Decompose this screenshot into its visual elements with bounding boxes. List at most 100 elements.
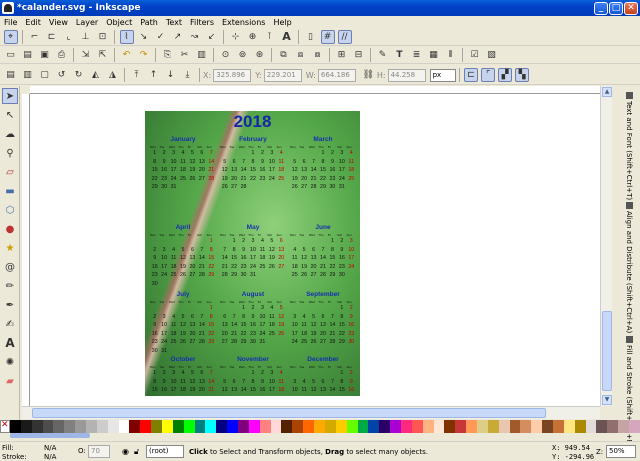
no-paint-swatch[interactable]: [0, 420, 10, 433]
palette-swatch[interactable]: [498, 420, 510, 433]
layer-lock-icon[interactable]: 🔓︎: [134, 447, 139, 457]
vertical-scroll-thumb[interactable]: [602, 311, 612, 391]
zoom-field[interactable]: 50%: [606, 445, 636, 458]
palette-swatch[interactable]: [400, 420, 412, 433]
ellipse-tool-icon[interactable]: ●: [2, 221, 18, 237]
save-icon[interactable]: ▣: [38, 48, 52, 62]
menu-file[interactable]: File: [0, 18, 21, 27]
snap-bbox-edge-icon[interactable]: ⊏: [45, 30, 59, 44]
snap-path-icon[interactable]: ↘: [137, 30, 151, 44]
opacity-field[interactable]: 70: [88, 445, 110, 458]
palette-swatch[interactable]: [10, 420, 21, 433]
3d-box-tool-icon[interactable]: ⬡: [2, 202, 18, 218]
flip-vertical-icon[interactable]: ◮: [106, 68, 120, 82]
vertical-ruler[interactable]: [22, 94, 30, 406]
palette-swatch[interactable]: [444, 420, 456, 433]
selector-tool-icon[interactable]: ➤: [2, 88, 18, 104]
calendar-image[interactable]: 2018 January Mon Tue Wed Thu Fri Sat Sun 1 2 3 4 5 6 7…: [145, 111, 360, 396]
x-field[interactable]: X: 325.896: [203, 68, 252, 82]
select-all-layers-icon[interactable]: ▥: [21, 68, 35, 82]
palette-swatch[interactable]: [194, 420, 206, 433]
snap-midpoint-icon[interactable]: ↙: [205, 30, 219, 44]
palette-swatch[interactable]: [390, 420, 401, 433]
horizontal-ruler[interactable]: [30, 86, 600, 94]
stroke-value[interactable]: N/A: [44, 453, 56, 461]
horizontal-scrollbar[interactable]: [22, 406, 600, 419]
document-properties-icon[interactable]: ☑: [468, 48, 482, 62]
palette-swatch[interactable]: [292, 420, 304, 433]
palette-swatch[interactable]: [96, 420, 108, 433]
rotate-cw-icon[interactable]: ↻: [72, 68, 86, 82]
layer-select[interactable]: (root): [146, 445, 184, 458]
palette-swatch[interactable]: [205, 420, 217, 433]
clone-icon[interactable]: ⧈: [294, 48, 308, 62]
snap-intersection-icon[interactable]: ✓: [154, 30, 168, 44]
palette-swatch[interactable]: [346, 420, 358, 433]
palette-swatch[interactable]: [248, 420, 260, 433]
rotate-ccw-icon[interactable]: ↺: [55, 68, 69, 82]
palette-swatch[interactable]: [259, 420, 271, 433]
zoom-page-icon[interactable]: ⊛: [253, 48, 267, 62]
palette-swatch[interactable]: [487, 420, 499, 433]
move-gradients-icon[interactable]: ▞: [498, 68, 513, 82]
palette-swatch[interactable]: [172, 420, 184, 433]
spray-tool-icon[interactable]: ✺: [2, 354, 18, 370]
redo-icon[interactable]: ↷: [137, 48, 151, 62]
menu-filters[interactable]: Filters: [186, 18, 218, 27]
undo-icon[interactable]: ↶: [120, 48, 134, 62]
snap-center-icon[interactable]: ⊹: [229, 30, 243, 44]
palette-swatch[interactable]: [379, 420, 391, 433]
menu-extensions[interactable]: Extensions: [218, 18, 269, 27]
palette-swatch[interactable]: [596, 420, 608, 433]
h-field[interactable]: H: 44.258: [377, 68, 426, 82]
preferences-icon[interactable]: ▧: [485, 48, 499, 62]
palette-swatch[interactable]: [53, 420, 65, 433]
snap-grid-icon[interactable]: #: [320, 29, 335, 44]
calligraphy-tool-icon[interactable]: ✍: [2, 316, 18, 332]
snap-bbox-corner-icon[interactable]: ⌞: [62, 30, 76, 44]
palette-swatch[interactable]: [303, 420, 315, 433]
palette-swatch[interactable]: [542, 420, 553, 433]
palette-swatch[interactable]: [411, 420, 423, 433]
eraser-tool-icon[interactable]: ▰: [2, 373, 18, 389]
palette-swatch[interactable]: [552, 420, 564, 433]
palette-swatch[interactable]: [129, 420, 141, 433]
y-field[interactable]: Y: 229.201: [255, 68, 302, 82]
align-distribute-icon[interactable]: ⫴: [444, 48, 458, 62]
raise-icon[interactable]: ↑: [147, 68, 161, 82]
palette-swatch[interactable]: [520, 420, 532, 433]
palette-swatch[interactable]: [607, 420, 619, 433]
menu-help[interactable]: Help: [269, 18, 295, 27]
menu-object[interactable]: Object: [102, 18, 136, 27]
snap-enable-icon[interactable]: ⌖: [3, 29, 18, 44]
pen-tool-icon[interactable]: ✒: [2, 297, 18, 313]
scroll-down-icon[interactable]: ▼: [602, 395, 612, 405]
scale-stroke-icon[interactable]: ⊏: [464, 68, 479, 82]
snap-text-icon[interactable]: A: [280, 30, 294, 44]
close-button[interactable]: ✕: [624, 1, 638, 15]
palette-swatch[interactable]: [476, 420, 488, 433]
palette-swatch[interactable]: [64, 420, 76, 433]
canvas[interactable]: 2018 January Mon Tue Wed Thu Fri Sat Sun 1 2 3 4 5 6 7…: [30, 94, 600, 406]
text-font-icon[interactable]: T: [393, 48, 407, 62]
pencil-tool-icon[interactable]: ✏: [2, 278, 18, 294]
spiral-tool-icon[interactable]: @: [2, 259, 18, 275]
palette-swatch[interactable]: [314, 420, 325, 433]
group-icon[interactable]: ⊞: [335, 48, 349, 62]
duplicate-icon[interactable]: ⧉: [277, 48, 291, 62]
import-icon[interactable]: ⇲: [79, 48, 93, 62]
palette-swatch[interactable]: [31, 420, 43, 433]
scale-corners-icon[interactable]: ⌜: [481, 68, 496, 82]
palette-swatch[interactable]: [563, 420, 575, 433]
snap-guide-icon[interactable]: //: [337, 29, 352, 44]
palette-swatch[interactable]: [238, 420, 249, 433]
fill-value[interactable]: N/A: [44, 444, 56, 452]
palette-scrollbar[interactable]: [10, 433, 90, 438]
unit-select[interactable]: px: [429, 68, 456, 82]
palette-swatch[interactable]: [531, 420, 543, 433]
palette-swatch[interactable]: [574, 420, 586, 433]
zoom-drawing-icon[interactable]: ⊚: [236, 48, 250, 62]
layer-visibility-icon[interactable]: ◉: [122, 447, 129, 456]
node-tool-icon[interactable]: ↖: [2, 107, 18, 123]
menu-view[interactable]: View: [45, 18, 72, 27]
